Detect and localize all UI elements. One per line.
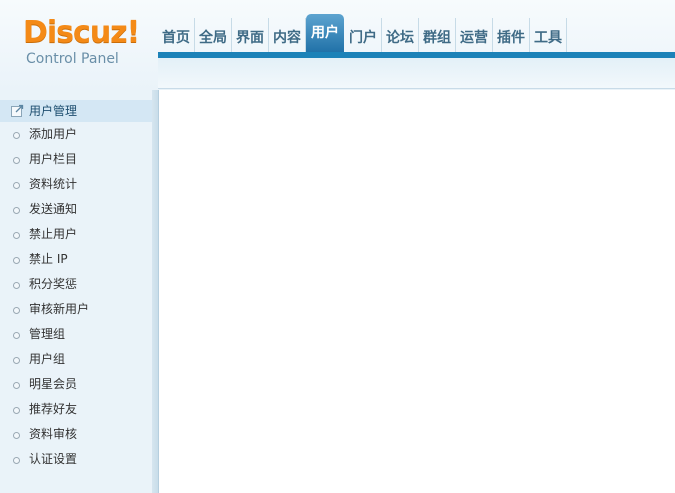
- nav-tab-9[interactable]: 运营: [456, 18, 493, 54]
- sidebar-title-label: 用户管理: [29, 104, 78, 118]
- sidebar-item-label: 用户栏目: [29, 152, 78, 166]
- sidebar-item-8[interactable]: 审核新用户: [0, 298, 152, 323]
- circle-bullet-icon: [13, 357, 20, 364]
- sidebar-item-label: 明星会员: [29, 377, 78, 391]
- nav-tab-1[interactable]: 首页: [158, 18, 195, 54]
- circle-bullet-icon: [13, 307, 20, 314]
- sidebar-item-label: 推荐好友: [29, 402, 78, 416]
- sidebar-title-user-management[interactable]: 用户管理: [0, 100, 152, 122]
- nav-tab-6[interactable]: 门户: [345, 18, 382, 54]
- nav-tab-11[interactable]: 工具: [530, 18, 567, 54]
- circle-bullet-icon: [13, 257, 20, 264]
- nav-tab-10[interactable]: 插件: [493, 18, 530, 54]
- circle-bullet-icon: [13, 232, 20, 239]
- sidebar-item-9[interactable]: 管理组: [0, 323, 152, 348]
- sidebar-item-12[interactable]: 推荐好友: [0, 398, 152, 423]
- sidebar-item-13[interactable]: 资料审核: [0, 423, 152, 448]
- sidebar-item-10[interactable]: 用户组: [0, 348, 152, 373]
- nav-tab-3[interactable]: 界面: [232, 18, 269, 54]
- sidebar-item-label: 审核新用户: [29, 302, 90, 316]
- header: Discuz! Control Panel 首页 全局 界面 内容 用户 门户 论坛 群组 运营…: [0, 0, 675, 90]
- sidebar-item-label: 添加用户: [29, 127, 78, 141]
- circle-bullet-icon: [13, 432, 20, 439]
- external-link-icon: [11, 104, 24, 117]
- sidebar-item-5[interactable]: 禁止用户: [0, 223, 152, 248]
- sidebar-item-label: 资料统计: [29, 177, 78, 191]
- logo-subtitle: Control Panel: [26, 51, 119, 67]
- circle-bullet-icon: [13, 157, 20, 164]
- sidebar-item-3[interactable]: 资料统计: [0, 173, 152, 198]
- main-content: [159, 90, 675, 493]
- circle-bullet-icon: [13, 207, 20, 214]
- logo-wordmark: Discuz!: [23, 15, 140, 50]
- sidebar-item-label: 认证设置: [29, 452, 78, 466]
- circle-bullet-icon: [13, 132, 20, 139]
- nav-tab-8[interactable]: 群组: [419, 18, 456, 54]
- sidebar-item-4[interactable]: 发送通知: [0, 198, 152, 223]
- sidebar-item-14[interactable]: 认证设置: [0, 448, 152, 473]
- sidebar-item-label: 资料审核: [29, 427, 78, 441]
- circle-bullet-icon: [13, 282, 20, 289]
- sidebar-item-7[interactable]: 积分奖惩: [0, 273, 152, 298]
- discuz-logo[interactable]: Discuz! Control Panel: [0, 0, 152, 88]
- sidebar-item-1[interactable]: 添加用户: [0, 123, 152, 148]
- nav-tab-7[interactable]: 论坛: [382, 18, 419, 54]
- sidebar: 用户管理 添加用户用户栏目资料统计发送通知禁止用户禁止 IP 积分奖惩审核新用户管…: [0, 90, 152, 493]
- sidebar-item-label: 禁止 IP: [29, 252, 68, 266]
- sidebar-item-label: 禁止用户: [29, 227, 78, 241]
- circle-bullet-icon: [13, 182, 20, 189]
- sidebar-menu: 添加用户用户栏目资料统计发送通知禁止用户禁止 IP 积分奖惩审核新用户管理组用户组…: [0, 123, 152, 473]
- nav-tab-2[interactable]: 全局: [195, 18, 232, 54]
- sidebar-item-label: 发送通知: [29, 202, 78, 216]
- nav-tab-4[interactable]: 内容: [269, 18, 306, 54]
- circle-bullet-icon: [13, 332, 20, 339]
- sidebar-item-label: 用户组: [29, 352, 66, 366]
- circle-bullet-icon: [13, 407, 20, 414]
- sidebar-item-2[interactable]: 用户栏目: [0, 148, 152, 173]
- sidebar-item-label: 管理组: [29, 327, 66, 341]
- nav-tab-5[interactable]: 用户: [306, 14, 344, 54]
- sub-toolbar: [158, 58, 675, 89]
- sidebar-item-11[interactable]: 明星会员: [0, 373, 152, 398]
- top-nav: 首页 全局 界面 内容 用户 门户 论坛 群组 运营 插件 工具: [158, 14, 567, 54]
- sidebar-divider[interactable]: [152, 90, 159, 493]
- sidebar-item-label: 积分奖惩: [29, 277, 78, 291]
- circle-bullet-icon: [13, 382, 20, 389]
- sidebar-item-6[interactable]: 禁止 IP: [0, 248, 152, 273]
- circle-bullet-icon: [13, 457, 20, 464]
